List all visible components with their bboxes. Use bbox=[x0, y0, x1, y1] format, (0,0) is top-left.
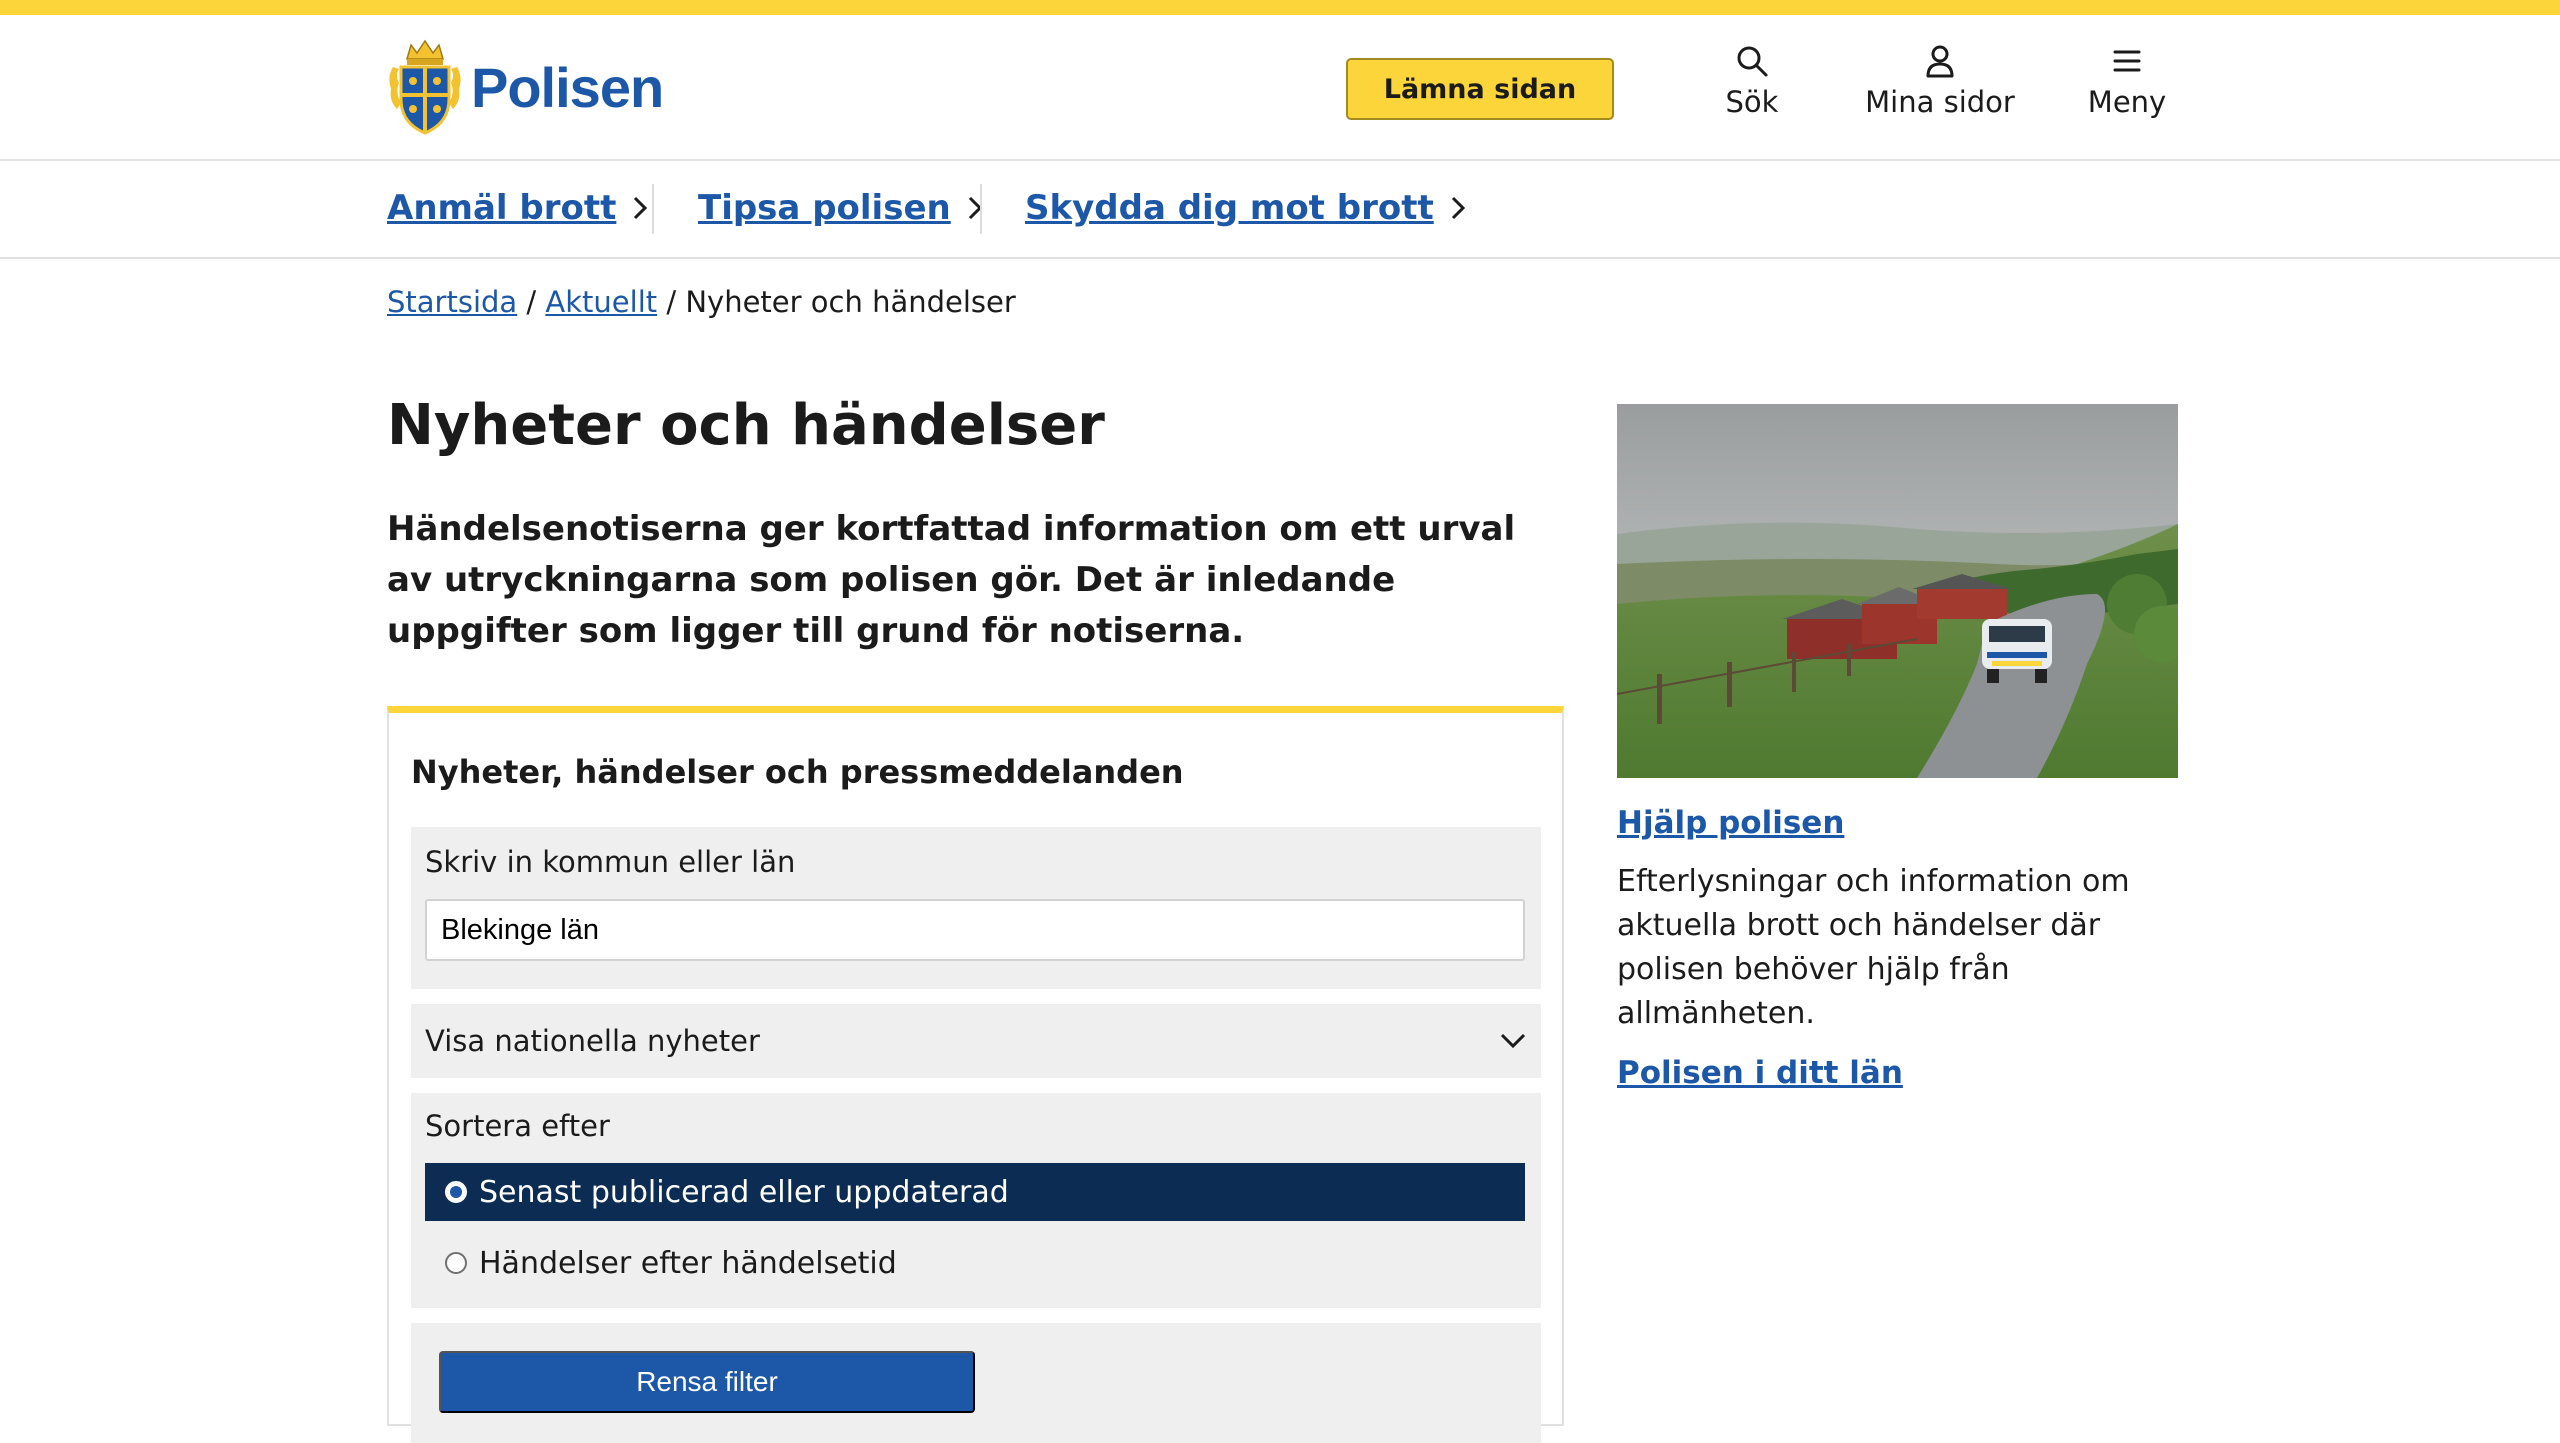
quicknav-label: Anmäl brott bbox=[387, 188, 617, 228]
menu-button[interactable]: Meny bbox=[2037, 43, 2217, 119]
quicknav-protect-link[interactable]: Skydda dig mot brott bbox=[1025, 188, 1468, 228]
police-car-countryside-image[interactable] bbox=[1617, 404, 2178, 778]
promo-image bbox=[1617, 404, 2178, 778]
my-pages-label: Mina sidor bbox=[1865, 85, 2015, 119]
quicknav-divider bbox=[652, 184, 654, 234]
logo-wordmark: Polisen bbox=[471, 55, 664, 119]
quicknav-tip-police-link[interactable]: Tipsa polisen bbox=[698, 188, 985, 228]
quicknav-divider bbox=[980, 184, 982, 234]
leave-site-button[interactable]: Lämna sidan bbox=[1346, 58, 1614, 120]
page-lead: Händelsenotiserna ger kortfattad informa… bbox=[387, 509, 1516, 651]
breadcrumb-home-link[interactable]: Startsida bbox=[387, 285, 517, 319]
sort-option-latest[interactable]: Senast publicerad eller uppdaterad bbox=[425, 1163, 1525, 1221]
quick-nav: Anmäl brott Tipsa polisen Skydda dig mot… bbox=[0, 162, 2560, 259]
user-icon bbox=[1926, 45, 1954, 78]
location-input-value: Blekinge län bbox=[441, 913, 599, 946]
location-filter-box: Skriv in kommun eller län Blekinge län bbox=[411, 827, 1541, 989]
national-news-select[interactable]: Visa nationella nyheter bbox=[411, 1004, 1541, 1078]
my-pages-button[interactable]: Mina sidor bbox=[1850, 43, 2030, 119]
help-police-description: Efterlysningar och information om aktuel… bbox=[1617, 864, 2130, 1031]
quicknav-label: Skydda dig mot brott bbox=[1025, 188, 1434, 228]
clear-filter-box: Rensa filter bbox=[411, 1323, 1541, 1443]
breadcrumb: Startsida / Aktuellt / Nyheter och hände… bbox=[387, 285, 1016, 319]
page-title: Nyheter och händelser bbox=[387, 393, 1105, 458]
sort-box: Sortera efter Senast publicerad eller up… bbox=[411, 1093, 1541, 1308]
location-input-label: Skriv in kommun eller län bbox=[425, 845, 796, 879]
chevron-right-icon bbox=[1451, 196, 1465, 220]
quicknav-report-crime-link[interactable]: Anmäl brott bbox=[387, 188, 650, 228]
search-icon bbox=[1737, 46, 1768, 77]
top-accent-stripe bbox=[0, 0, 2560, 15]
filter-panel-title: Nyheter, händelser och pressmeddelanden bbox=[411, 753, 1184, 791]
search-label: Sök bbox=[1725, 85, 1779, 119]
polisen-logo[interactable]: Polisen bbox=[387, 37, 664, 137]
breadcrumb-current: Nyheter och händelser bbox=[685, 285, 1016, 319]
breadcrumb-separator: / bbox=[517, 285, 546, 319]
chevron-down-icon bbox=[1500, 1033, 1526, 1049]
search-button[interactable]: Sök bbox=[1662, 43, 1842, 119]
radio-unselected-icon bbox=[445, 1252, 467, 1274]
sort-option-label: Senast publicerad eller uppdaterad bbox=[479, 1174, 1009, 1210]
hamburger-menu-icon bbox=[2113, 50, 2141, 72]
radio-selected-icon bbox=[445, 1181, 467, 1203]
sort-option-event-time[interactable]: Händelser efter händelsetid bbox=[425, 1234, 1525, 1292]
police-crest-icon bbox=[389, 39, 461, 135]
location-input[interactable]: Blekinge län bbox=[425, 899, 1525, 961]
police-in-your-county-link[interactable]: Polisen i ditt län bbox=[1617, 1055, 1903, 1091]
chevron-right-icon bbox=[634, 196, 648, 220]
sort-option-label: Händelser efter händelsetid bbox=[479, 1245, 897, 1281]
clear-filter-button[interactable]: Rensa filter bbox=[439, 1351, 975, 1413]
help-police-link[interactable]: Hjälp polisen bbox=[1617, 805, 1844, 841]
quicknav-label: Tipsa polisen bbox=[698, 188, 951, 228]
sort-label: Sortera efter bbox=[425, 1109, 610, 1143]
national-news-select-label: Visa nationella nyheter bbox=[425, 1024, 760, 1058]
site-header: Polisen Lämna sidan Sök Mina sidor Meny bbox=[0, 15, 2560, 161]
menu-label: Meny bbox=[2087, 85, 2167, 119]
breadcrumb-news-link[interactable]: Aktuellt bbox=[545, 285, 657, 319]
news-filter-panel: Nyheter, händelser och pressmeddelanden … bbox=[387, 706, 1564, 1443]
breadcrumb-separator: / bbox=[657, 285, 686, 319]
